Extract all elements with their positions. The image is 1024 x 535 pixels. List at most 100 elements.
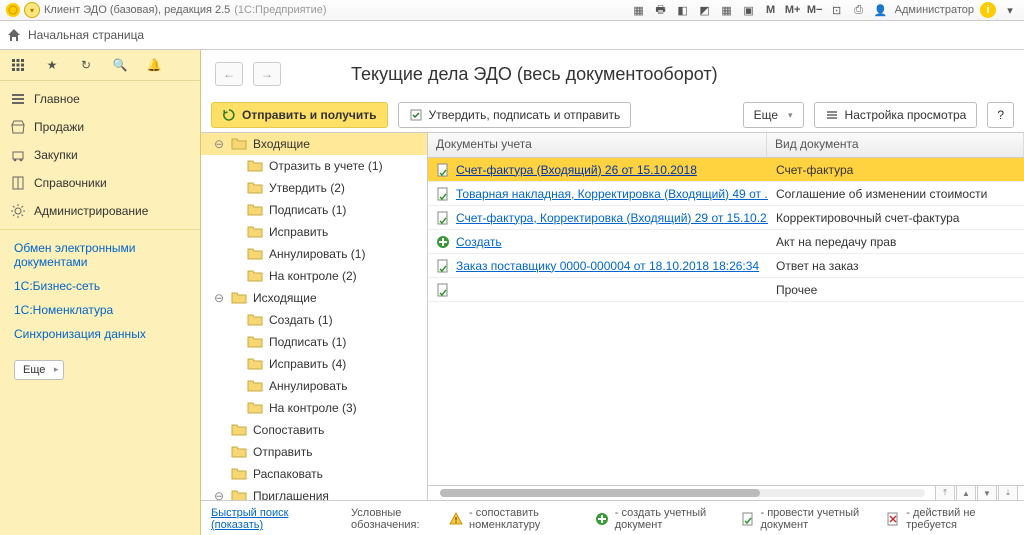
col-doctype[interactable]: Вид документа xyxy=(767,133,1024,157)
approve-sign-send-button[interactable]: Утвердить, подписать и отправить xyxy=(398,102,632,128)
tree-item-14[interactable]: Отправить xyxy=(201,441,427,463)
tb-drop[interactable]: ▾ xyxy=(1002,2,1018,18)
table-row[interactable]: Заказ поставщику 0000-000004 от 18.10.20… xyxy=(428,254,1024,278)
home-icon[interactable] xyxy=(6,27,22,43)
table-row[interactable]: Счет-фактура (Входящий) 26 от 15.10.2018… xyxy=(428,158,1024,182)
subnav-item-1[interactable]: 1С:Бизнес-сеть xyxy=(0,274,200,298)
nav-item-2[interactable]: Закупки xyxy=(0,141,200,169)
tree-item-9[interactable]: Подписать (1) xyxy=(201,331,427,353)
doc-type: Ответ на заказ xyxy=(768,259,1024,273)
tree-item-13[interactable]: Сопоставить xyxy=(201,419,427,441)
doc-link[interactable]: Счет-фактура (Входящий) 26 от 15.10.2018 xyxy=(456,163,697,177)
tree-item-15[interactable]: Распаковать xyxy=(201,463,427,485)
bell-icon[interactable]: 🔔 xyxy=(146,57,162,73)
platform-label: (1С:Предприятие) xyxy=(234,4,326,16)
folder-icon xyxy=(231,467,247,481)
tb-icon-q[interactable]: ⊡ xyxy=(829,2,845,18)
h-scrollbar[interactable] xyxy=(440,489,925,497)
titlebar: ▾ Клиент ЭДО (базовая), редакция 2.5 (1С… xyxy=(0,0,1024,21)
legend-text: - сопоставить номенклатуру xyxy=(469,507,577,531)
expand-icon[interactable]: ⊖ xyxy=(213,291,225,305)
quick-search-link[interactable]: Быстрый поиск (показать) xyxy=(211,507,333,531)
expand-icon[interactable]: ⊖ xyxy=(213,137,225,151)
calc-icon[interactable]: ▣ xyxy=(741,2,757,18)
folder-icon xyxy=(247,247,263,261)
nav-back[interactable]: ← xyxy=(215,62,243,86)
folder-icon xyxy=(231,423,247,437)
tree-item-8[interactable]: Создать (1) xyxy=(201,309,427,331)
apps-icon[interactable] xyxy=(10,57,26,73)
folder-icon xyxy=(247,357,263,371)
app-title: Клиент ЭДО (базовая), редакция 2.5 xyxy=(44,4,230,16)
nav-up[interactable]: ▲ xyxy=(956,485,976,501)
nav-first[interactable]: ⤒ xyxy=(935,485,955,501)
help-button[interactable]: ? xyxy=(987,102,1014,128)
row-icon xyxy=(436,211,450,225)
info-icon[interactable]: i xyxy=(980,2,996,18)
expand-icon[interactable]: ⊖ xyxy=(213,489,225,500)
doc-link[interactable]: Счет-фактура, Корректировка (Входящий) 2… xyxy=(456,211,768,225)
tb-icon-4[interactable]: ◩ xyxy=(697,2,713,18)
subnav-item-3[interactable]: Синхронизация данных xyxy=(0,322,200,346)
nav-item-0[interactable]: Главное xyxy=(0,85,200,113)
sidebar-more-button[interactable]: Еще xyxy=(14,360,64,380)
tree-item-0[interactable]: ⊖ Входящие xyxy=(201,133,427,155)
tree-item-7[interactable]: ⊖Исходящие xyxy=(201,287,427,309)
folder-icon xyxy=(231,445,247,459)
nav-item-4[interactable]: Администрирование xyxy=(0,197,200,225)
doc-link[interactable]: Товарная накладная, Корректировка (Входя… xyxy=(456,187,768,201)
history-icon[interactable]: ↻ xyxy=(78,57,94,73)
zoom-mplus[interactable]: M+ xyxy=(785,2,801,18)
calendar-icon[interactable]: ▦ xyxy=(719,2,735,18)
tree-label: Входящие xyxy=(253,137,310,151)
tree-item-12[interactable]: На контроле (3) xyxy=(201,397,427,419)
subnav-item-0[interactable]: Обмен электронными документами xyxy=(0,236,200,274)
table-row[interactable]: Счет-фактура, Корректировка (Входящий) 2… xyxy=(428,206,1024,230)
cart-icon xyxy=(10,147,26,163)
nav-down[interactable]: ▼ xyxy=(977,485,997,501)
doc-type: Корректировочный счет-фактура xyxy=(768,211,1024,225)
more-button[interactable]: Еще xyxy=(743,102,804,128)
nav-item-3[interactable]: Справочники xyxy=(0,169,200,197)
table-row[interactable]: СоздатьАкт на передачу прав xyxy=(428,230,1024,254)
settings-icon xyxy=(825,108,839,122)
tree-item-11[interactable]: Аннулировать xyxy=(201,375,427,397)
print-icon[interactable]: 🖶 xyxy=(653,2,669,18)
user-name[interactable]: Администратор xyxy=(895,4,974,16)
doc-link[interactable]: Создать xyxy=(456,235,502,249)
tb-icon-3[interactable]: ◧ xyxy=(675,2,691,18)
col-documents[interactable]: Документы учета xyxy=(428,133,767,157)
send-receive-button[interactable]: Отправить и получить xyxy=(211,102,388,128)
zoom-m[interactable]: M xyxy=(763,2,779,18)
nav-item-1[interactable]: Продажи xyxy=(0,113,200,141)
table-row[interactable]: Прочее xyxy=(428,278,1024,302)
dropdown-icon[interactable]: ▾ xyxy=(24,2,40,18)
nav-label: Справочники xyxy=(34,176,107,190)
tree-item-3[interactable]: Подписать (1) xyxy=(201,199,427,221)
folder-icon xyxy=(247,335,263,349)
search-icon[interactable]: 🔍 xyxy=(112,57,128,73)
view-settings-button[interactable]: Настройка просмотра xyxy=(814,102,978,128)
tree-item-10[interactable]: Исправить (4) xyxy=(201,353,427,375)
star-icon[interactable]: ★ xyxy=(44,57,60,73)
nav-last[interactable]: ⤓ xyxy=(998,485,1018,501)
start-page-title[interactable]: Начальная страница xyxy=(28,28,144,42)
doc-link[interactable]: Заказ поставщику 0000-000004 от 18.10.20… xyxy=(456,259,759,273)
tree-item-2[interactable]: Утвердить (2) xyxy=(201,177,427,199)
tree-item-4[interactable]: Исправить xyxy=(201,221,427,243)
subnav-item-2[interactable]: 1С:Номенклатура xyxy=(0,298,200,322)
nav-forward[interactable]: → xyxy=(253,62,281,86)
sidebar: ★ ↻ 🔍 🔔 ГлавноеПродажиЗакупки Справочники… xyxy=(0,50,201,535)
table-row[interactable]: Товарная накладная, Корректировка (Входя… xyxy=(428,182,1024,206)
tree-item-5[interactable]: Аннулировать (1) xyxy=(201,243,427,265)
tree-item-1[interactable]: Отразить в учете (1) xyxy=(201,155,427,177)
tree-panel: ⊖ Входящие Отразить в учете (1)Утвердить (… xyxy=(201,133,428,500)
tree-label: Создать (1) xyxy=(269,313,333,327)
zoom-mminus[interactable]: M− xyxy=(807,2,823,18)
tb-icon-h[interactable]: ⎙ xyxy=(851,2,867,18)
tree-item-16[interactable]: ⊖Приглашения xyxy=(201,485,427,500)
tb-icon-1[interactable]: ▦ xyxy=(631,2,647,18)
table-footer: ⤒ ▲ ▼ ⤓ xyxy=(428,485,1024,500)
tree-item-6[interactable]: На контроле (2) xyxy=(201,265,427,287)
doc-type: Счет-фактура xyxy=(768,163,1024,177)
